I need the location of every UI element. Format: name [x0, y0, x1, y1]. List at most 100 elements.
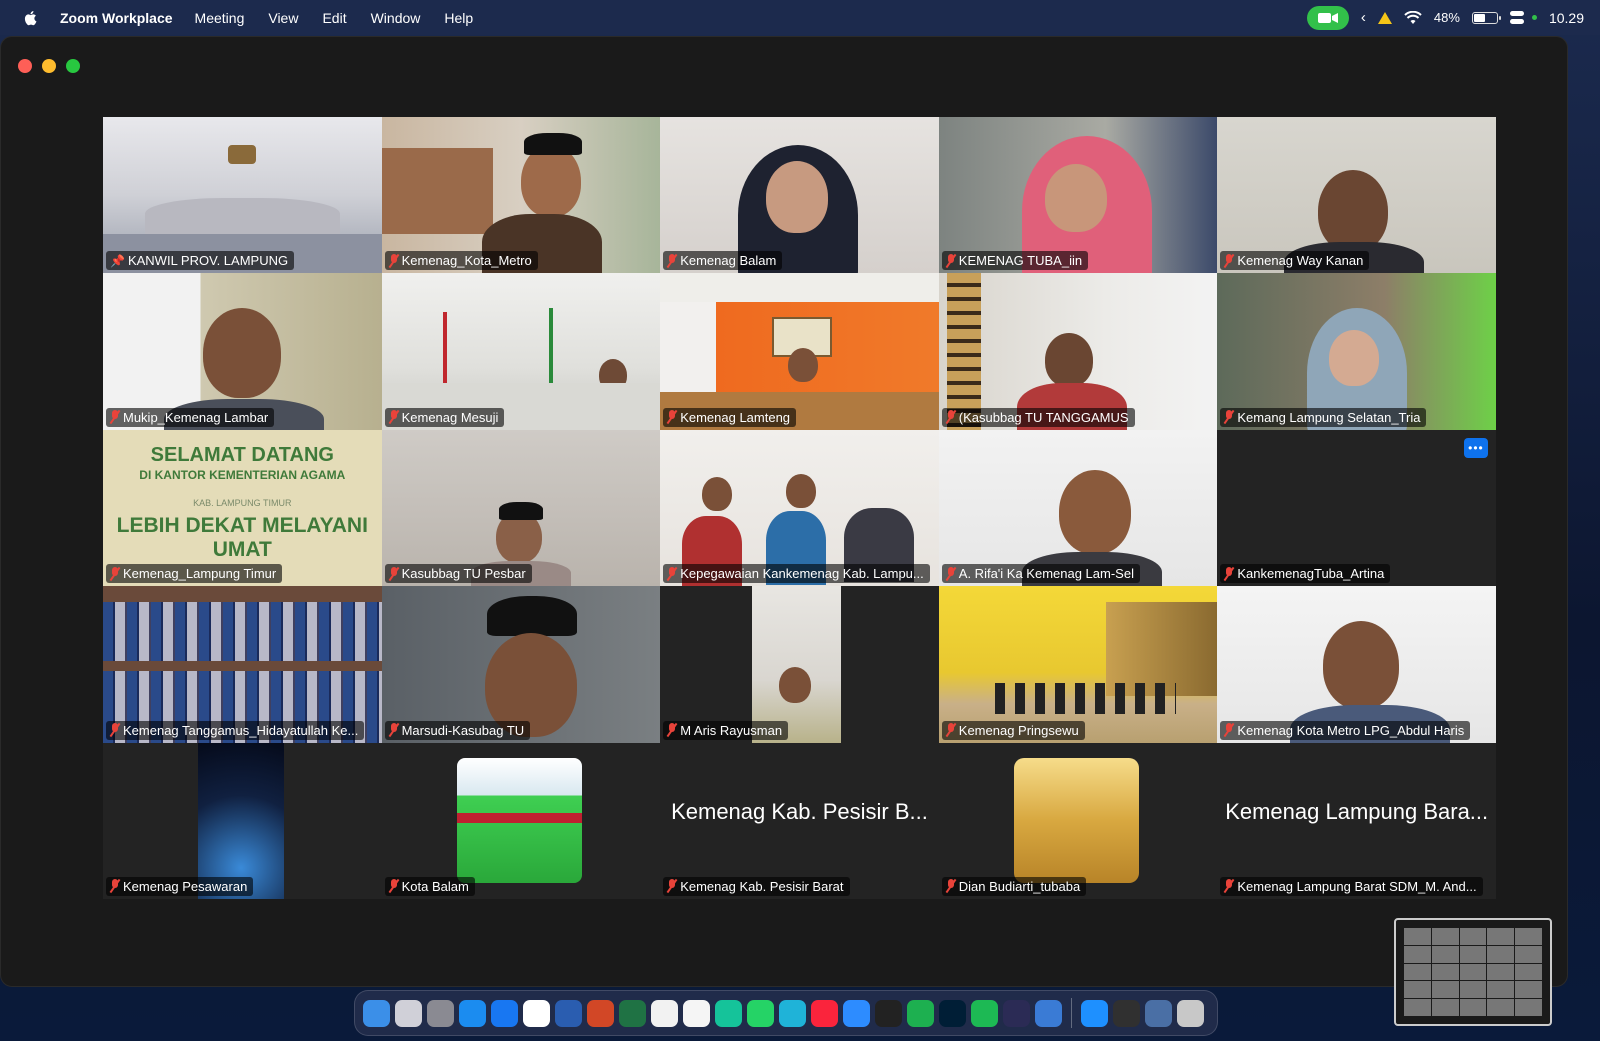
participant-tile[interactable]: Kemang Lampung Selatan_Tria — [1217, 273, 1496, 430]
participant-name: Mukip_Kemenag Lambar — [123, 409, 269, 425]
menu-meeting[interactable]: Meeting — [195, 10, 245, 26]
dock — [354, 990, 1218, 1036]
participant-tile[interactable]: A. Rifa'i Ka Kemenag Lam-Sel — [938, 429, 1218, 587]
participant-tile[interactable]: Marsudi-Kasubag TU — [381, 586, 661, 743]
participant-name-tag: Kemenag Kota Metro LPG_Abdul Haris — [1220, 720, 1471, 740]
photos-icon[interactable] — [683, 999, 710, 1027]
participant-tile[interactable]: M Aris Rayusman — [660, 586, 939, 743]
more-options-button[interactable]: ••• — [1463, 437, 1488, 458]
screenshot-icon[interactable] — [1113, 999, 1140, 1027]
control-center-icon[interactable] — [1509, 10, 1528, 25]
participant-name: (Kasubbag TU TANGGAMUS — [958, 409, 1129, 425]
participant-tile[interactable]: Kemenag Lamteng — [660, 273, 939, 430]
chrome-icon[interactable] — [523, 999, 550, 1027]
thumb-cell — [1459, 945, 1487, 963]
menu-view[interactable]: View — [268, 10, 298, 26]
participant-name-tag: Kasubbag TU Pesbar — [384, 564, 532, 584]
menu-help[interactable]: Help — [444, 10, 473, 26]
trash-icon[interactable] — [1177, 999, 1204, 1027]
participant-tile[interactable]: Kemenag Pesawaran — [103, 742, 382, 899]
mic-muted-icon — [389, 879, 399, 893]
thumb-cell — [1404, 999, 1431, 1016]
launchpad-icon[interactable] — [395, 999, 422, 1027]
close-window-button[interactable] — [18, 59, 32, 73]
thumb-cell — [1487, 981, 1515, 999]
participant-tile[interactable]: Dian Budiarti_tubaba — [938, 742, 1218, 899]
settings-icon[interactable] — [427, 999, 454, 1027]
zoom-camera-status-icon[interactable] — [1306, 5, 1349, 30]
mic-muted-icon — [1224, 879, 1234, 893]
excel-icon[interactable] — [619, 999, 646, 1027]
minimize-window-button[interactable] — [42, 59, 56, 73]
participant-name: Kemenag Kab. Pesisir Barat — [680, 878, 844, 894]
participant-tile[interactable]: Kemenag Pringsewu — [938, 586, 1218, 743]
participant-name: Kota Balam — [401, 878, 469, 894]
mic-muted-icon — [1224, 253, 1234, 268]
participant-tile[interactable]: SELAMAT DATANG DI KANTOR KEMENTERIAN AGA… — [103, 429, 382, 587]
participant-tile[interactable]: Kepegawaian Kankemenag Kab. Lampu... — [660, 429, 939, 587]
music-icon[interactable] — [811, 999, 838, 1027]
word-icon[interactable] — [555, 999, 582, 1027]
whatsapp-icon[interactable] — [747, 999, 774, 1027]
participant-tile[interactable]: Kemenag_Kota_Metro — [381, 117, 661, 274]
mic-muted-icon — [389, 723, 399, 737]
finder-icon[interactable] — [363, 999, 390, 1027]
warning-icon[interactable] — [1377, 11, 1392, 24]
safari-icon[interactable] — [491, 999, 518, 1027]
participant-tile[interactable]: Kasubbag TU Pesbar — [381, 429, 661, 587]
participant-tile[interactable]: KEMENAG TUBA_iin — [938, 117, 1218, 274]
terminal-icon[interactable] — [875, 999, 902, 1027]
notes-icon[interactable] — [651, 999, 678, 1027]
folder-icon[interactable] — [1081, 999, 1108, 1027]
battery-icon[interactable] — [1471, 11, 1501, 24]
window-thumbnail-preview[interactable] — [1394, 918, 1552, 1026]
photoshop-icon[interactable] — [939, 999, 966, 1027]
clock[interactable]: 10.29 — [1549, 10, 1584, 26]
participant-name-tag: Kemenag Balam — [663, 251, 783, 271]
windows-icon[interactable] — [1145, 999, 1172, 1027]
vectornator-icon[interactable] — [1003, 999, 1030, 1027]
participant-tile[interactable]: (Kasubbag TU TANGGAMUS — [938, 273, 1218, 430]
zoom-icon[interactable] — [843, 999, 870, 1027]
participant-tile[interactable]: Kemenag Way Kanan — [1217, 117, 1496, 274]
apple-icon[interactable] — [22, 9, 40, 27]
participant-tile[interactable]: Kemenag Kota Metro LPG_Abdul Haris — [1217, 586, 1496, 743]
mic-muted-icon — [110, 879, 120, 893]
numbers-icon[interactable] — [907, 999, 934, 1027]
menu-window[interactable]: Window — [371, 10, 421, 26]
mic-muted-icon — [946, 410, 956, 424]
participant-tile[interactable]: Mukip_Kemenag Lambar — [103, 273, 382, 430]
participant-name: Kepegawaian Kankemenag Kab. Lampu... — [680, 566, 924, 582]
thumb-cell — [1459, 928, 1487, 945]
chevron-left-icon[interactable]: ‹ — [1361, 9, 1366, 26]
participant-tile[interactable]: Kemenag Mesuji — [381, 273, 661, 430]
participant-tile[interactable]: 📌 KANWIL PROV. LAMPUNG — [103, 117, 382, 274]
participant-tile[interactable]: Kemenag Lampung Bara... Kemenag Lampung … — [1217, 742, 1496, 899]
menu-app-name[interactable]: Zoom Workplace — [60, 10, 173, 26]
thumb-cell — [1487, 999, 1515, 1016]
preview-icon[interactable] — [1035, 999, 1062, 1027]
participant-tile[interactable]: Kemenag Kab. Pesisir B... Kemenag Kab. P… — [660, 742, 939, 899]
thumb-cell — [1459, 963, 1487, 981]
mic-muted-icon — [1224, 566, 1234, 581]
dock-separator — [1071, 998, 1072, 1028]
mic-muted-icon — [110, 410, 120, 424]
participant-tile[interactable]: ••• KankemenagTuba_Artina — [1217, 429, 1496, 587]
canva-icon[interactable] — [779, 999, 806, 1027]
spotify-icon[interactable] — [971, 999, 998, 1027]
participant-name-tag: KankemenagTuba_Artina — [1220, 564, 1391, 584]
thumb-cell — [1459, 999, 1487, 1016]
mic-muted-icon — [389, 410, 399, 424]
participant-tile[interactable]: Kota Balam — [381, 742, 661, 899]
app-store-icon[interactable] — [459, 999, 486, 1027]
fullscreen-window-button[interactable] — [66, 59, 80, 73]
menu-edit[interactable]: Edit — [322, 10, 346, 26]
mic-muted-icon — [946, 253, 956, 268]
participant-tile[interactable]: Kemenag Tanggamus_Hidayatullah Ke... — [103, 586, 382, 743]
thumb-cell — [1515, 999, 1542, 1016]
grammarly-icon[interactable] — [715, 999, 742, 1027]
mic-muted-icon — [1224, 723, 1234, 737]
participant-tile[interactable]: Kemenag Balam — [660, 117, 939, 274]
wifi-icon[interactable] — [1404, 10, 1422, 25]
powerpoint-icon[interactable] — [587, 999, 614, 1027]
